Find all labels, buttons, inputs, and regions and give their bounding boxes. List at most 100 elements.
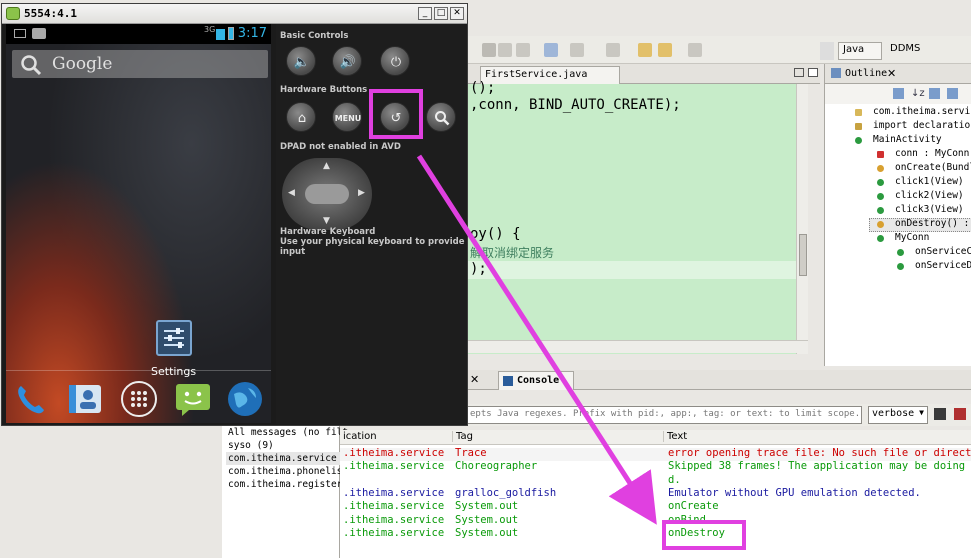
log-text-cell[interactable]: Emulator without GPU emulation detected. [668,487,921,499]
editor-vertical-scrollbar[interactable] [796,84,808,354]
log-app-cell[interactable]: .itheima.service [343,500,444,512]
outline-item[interactable]: onServiceCo [915,246,971,257]
outline-item[interactable]: MainActivity [873,134,942,145]
perspective-java[interactable]: Java [838,42,882,60]
menu-button-label: MENU [334,113,362,123]
device-screen[interactable]: 3G 3:17 Google Settings [6,24,271,423]
editor-tab[interactable]: FirstService.java [480,66,620,84]
log-app-cell[interactable]: .itheima.service [343,514,444,526]
column-header[interactable]: ication [340,431,377,442]
back-nav-icon[interactable] [638,43,652,57]
open-perspective-icon[interactable] [820,42,834,60]
toolbar-icon[interactable] [688,43,702,57]
save-icon[interactable] [934,408,946,420]
log-app-cell[interactable]: .itheima.service [343,527,444,539]
filter-item[interactable]: com.itheima.phonelist [228,466,348,477]
power-button[interactable]: ⏻ [380,46,410,76]
minimize-icon[interactable] [794,68,804,77]
sort-icon[interactable]: ↓z [911,88,925,99]
filter-item[interactable]: syso (9) [228,440,274,451]
log-text-cell[interactable]: error opening trace file: No such file o… [668,447,971,459]
outline-item[interactable]: onServiceDi [915,260,971,271]
outline-item[interactable]: MyConn [895,232,929,243]
search-button[interactable] [426,102,456,132]
close-icon[interactable]: ✕ [887,67,896,80]
home-button[interactable]: ⌂ [286,102,316,132]
settings-app-label: Settings [151,365,197,378]
outline-item[interactable]: click2(View) : v [895,190,971,201]
maximize-icon[interactable] [808,68,818,77]
log-text-cell[interactable]: Skipped 38 frames! The application may b… [668,460,971,472]
outline-item[interactable]: com.itheima.service [873,106,971,117]
logcat-table-header: ication Tag Text [340,430,971,445]
search-icon [427,103,457,133]
log-tag-cell[interactable]: gralloc_goldfish [455,487,556,499]
emulator-title: 5554:4.1 [24,7,77,20]
forward-nav-icon[interactable] [658,43,672,57]
perspective-ddms[interactable]: DDMS [886,42,936,60]
log-tag-cell[interactable]: System.out [455,527,518,539]
dpad-down-icon: ▼ [323,216,330,226]
minimize-button[interactable]: _ [418,7,432,20]
close-button[interactable]: ✕ [450,7,464,20]
scroll-thumb[interactable] [799,234,807,276]
perspective-java-label: Java [843,44,865,55]
log-app-cell[interactable]: .itheima.service [343,447,444,459]
dpad-center-button[interactable] [305,184,349,204]
toolbar-icon[interactable] [606,43,620,57]
volume-up-icon: 🔊 [339,54,357,70]
outline-item[interactable]: onDestroy() : v [895,218,971,229]
toolbar-icon[interactable] [544,43,558,57]
google-search-bar[interactable]: Google [12,50,268,78]
dpad-control[interactable]: ▲ ▼ ◀ ▶ [282,158,372,230]
log-level-select[interactable]: verbose ▼ [868,406,928,424]
clear-log-icon[interactable] [954,408,966,420]
toolbar-icon[interactable] [570,43,584,57]
log-text-cell[interactable]: d. [668,474,681,486]
toolbar-icon[interactable] [516,43,530,57]
toolbar-icon[interactable] [498,43,512,57]
hide-static-icon[interactable] [947,88,958,99]
code-editor[interactable]: (); ,conn, BIND_AUTO_CREATE); oy() { 解取消… [466,80,796,354]
toolbar-icon[interactable] [482,43,496,57]
console-tab[interactable]: Console [498,371,574,390]
log-tag-cell[interactable]: Choreographer [455,460,537,472]
collapse-all-icon[interactable] [893,88,904,99]
outline-item[interactable]: onCreate(Bundle) [895,162,971,173]
settings-app-icon[interactable] [156,320,192,356]
outline-item[interactable]: click1(View) : v [895,176,971,187]
browser-app-icon[interactable] [226,380,264,418]
notification-icon [14,29,26,38]
outline-item[interactable]: click3(View) : v [895,204,971,215]
outline-item[interactable]: import declarations [873,120,971,131]
logcat-search-input[interactable]: epts Java regexes. Prefix with pid:, app… [466,406,862,424]
log-tag-cell[interactable]: System.out [455,514,518,526]
menu-button[interactable]: MENU [332,102,362,132]
log-tag-cell[interactable]: Trace [455,447,487,459]
imports-icon [855,123,862,130]
log-app-cell[interactable]: .itheima.service [343,487,444,499]
contacts-app-icon[interactable] [66,380,104,418]
app-drawer-icon[interactable] [120,380,158,418]
editor-horizontal-scrollbar[interactable] [466,340,808,353]
filter-item[interactable]: All messages (no filt [228,427,348,438]
log-text-cell[interactable]: onCreate [668,500,719,512]
maximize-button[interactable]: □ [434,7,448,20]
emulator-window: 5554:4.1 _ □ ✕ 3G 3:17 Google Settings B… [1,3,468,426]
messaging-app-icon[interactable] [174,380,212,418]
log-app-cell[interactable]: .itheima.service [343,460,444,472]
outline-item[interactable]: conn : MyConn [895,148,969,159]
filter-item[interactable]: com.itheima.registerb [228,479,348,490]
phone-app-icon[interactable] [12,380,50,418]
outline-tab-label[interactable]: Outline [845,68,887,79]
status-clock: 3:17 [237,26,267,41]
hide-fields-icon[interactable] [929,88,940,99]
column-header[interactable]: Tag [452,431,473,442]
volume-up-button[interactable]: 🔊 [332,46,362,76]
column-header[interactable]: Text [663,431,687,442]
code-line: ); [470,261,487,277]
volume-down-button[interactable]: 🔈 [286,46,316,76]
log-tag-cell[interactable]: System.out [455,500,518,512]
close-icon[interactable]: ✕ [470,373,479,386]
filter-item[interactable]: com.itheima.service ( [228,453,348,464]
